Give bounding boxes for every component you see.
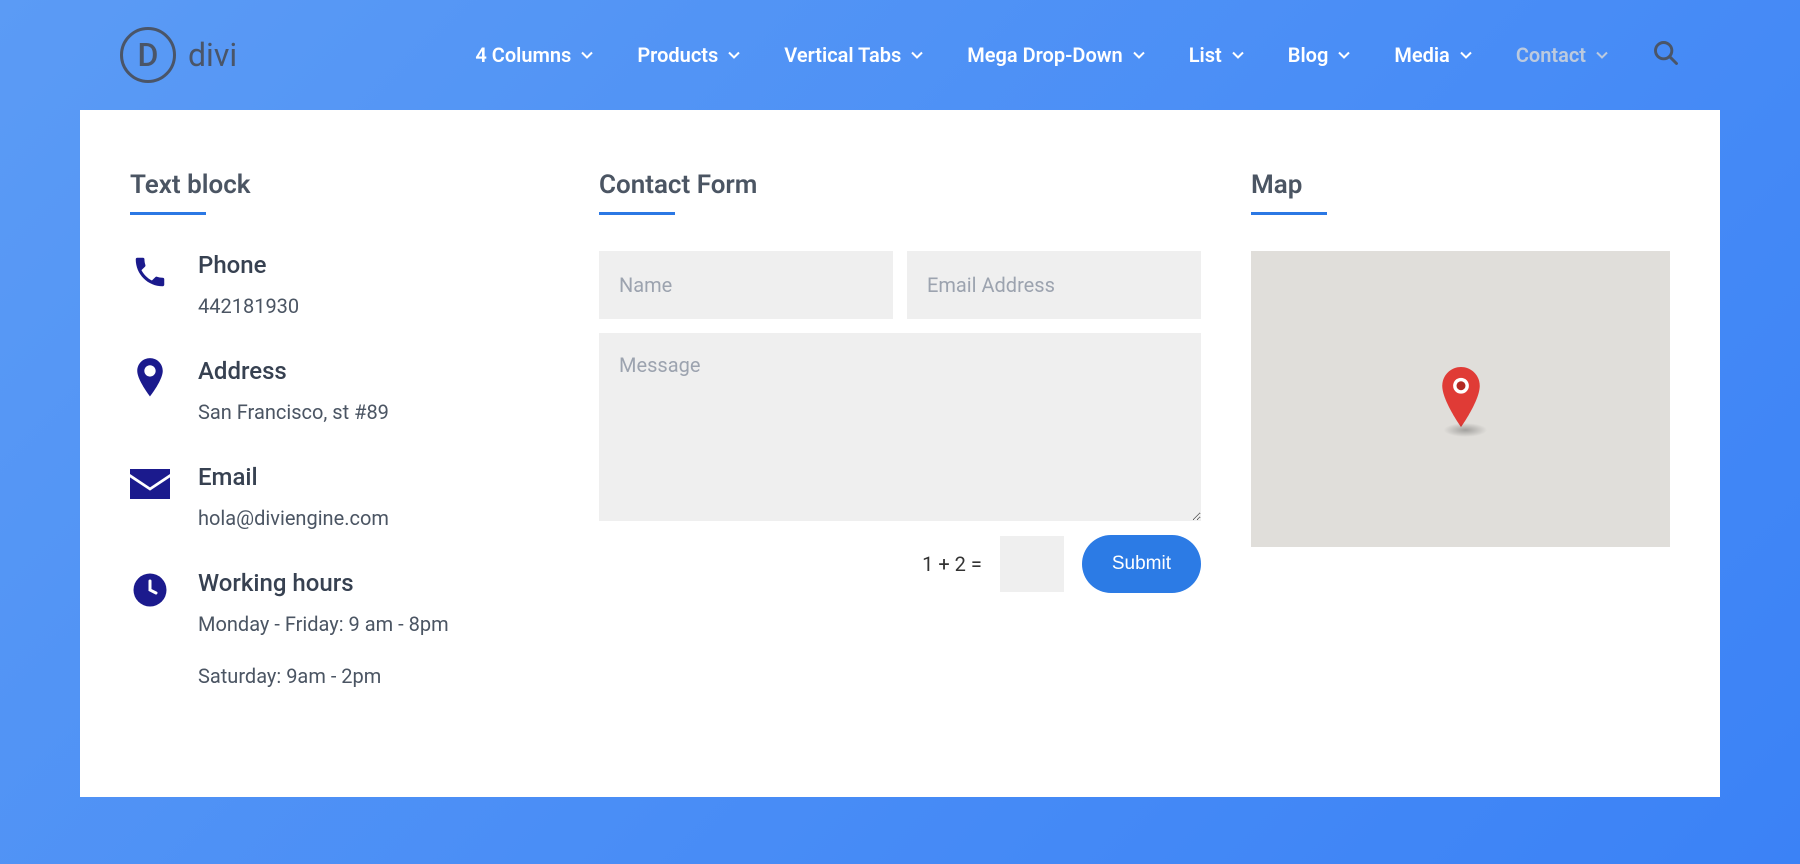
chevron-down-icon: [1460, 49, 1472, 61]
hours-label: Working hours: [198, 569, 449, 597]
chevron-down-icon: [1338, 49, 1350, 61]
email-value: hola@diviengine.com: [198, 503, 389, 533]
phone-label: Phone: [198, 251, 299, 279]
nav-label: Vertical Tabs: [784, 43, 901, 67]
nav-list[interactable]: List: [1189, 43, 1244, 67]
email-icon: [130, 463, 170, 503]
contact-form-section: Contact Form 1 + 2 = Submit: [599, 170, 1201, 727]
nav-label: 4 Columns: [475, 43, 571, 67]
search-icon: [1652, 39, 1680, 67]
section-title-contactform: Contact Form: [599, 170, 1201, 200]
map-section: Map: [1251, 170, 1670, 727]
form-row-1: [599, 251, 1201, 319]
search-button[interactable]: [1652, 39, 1680, 71]
nav-label: Media: [1394, 43, 1449, 67]
nav-label: Contact: [1516, 43, 1586, 67]
submit-button[interactable]: Submit: [1082, 535, 1201, 593]
captcha-label: 1 + 2 =: [922, 552, 982, 576]
info-email: Email hola@diviengine.com: [130, 463, 549, 533]
email-label: Email: [198, 463, 389, 491]
hours-value-1: Monday - Friday: 9 am - 8pm: [198, 609, 449, 639]
nav-label: List: [1189, 43, 1222, 67]
nav-blog[interactable]: Blog: [1288, 43, 1351, 67]
email-input[interactable]: [907, 251, 1201, 319]
phone-value: 442181930: [198, 291, 299, 321]
chevron-down-icon: [1133, 49, 1145, 61]
chevron-down-icon: [581, 49, 593, 61]
content-card: Text block Phone 442181930 Address San F…: [80, 110, 1720, 797]
nav-vertical-tabs[interactable]: Vertical Tabs: [784, 43, 923, 67]
location-icon: [130, 357, 170, 397]
address-value: San Francisco, st #89: [198, 397, 389, 427]
chevron-down-icon: [911, 49, 923, 61]
nav-products[interactable]: Products: [637, 43, 740, 67]
form-footer: 1 + 2 = Submit: [599, 535, 1201, 593]
main-nav: 4 Columns Products Vertical Tabs Mega Dr…: [475, 39, 1680, 71]
nav-label: Blog: [1288, 43, 1329, 67]
logo-text: divi: [188, 36, 237, 74]
name-input[interactable]: [599, 251, 893, 319]
nav-4-columns[interactable]: 4 Columns: [475, 43, 593, 67]
section-title-textblock: Text block: [130, 170, 549, 200]
text-block-section: Text block Phone 442181930 Address San F…: [130, 170, 549, 727]
header: D divi 4 Columns Products Vertical Tabs …: [0, 0, 1800, 110]
message-textarea[interactable]: [599, 333, 1201, 521]
logo-icon: D: [120, 27, 176, 83]
nav-contact[interactable]: Contact: [1516, 43, 1608, 67]
nav-label: Mega Drop-Down: [967, 43, 1123, 67]
clock-icon: [130, 569, 170, 609]
phone-icon: [130, 251, 170, 291]
section-title-map: Map: [1251, 170, 1670, 200]
hours-value-2: Saturday: 9am - 2pm: [198, 661, 449, 691]
chevron-down-icon: [1596, 49, 1608, 61]
nav-media[interactable]: Media: [1394, 43, 1471, 67]
map-pin: [1437, 367, 1485, 431]
info-hours: Working hours Monday - Friday: 9 am - 8p…: [130, 569, 549, 691]
title-underline: [130, 212, 206, 215]
nav-mega-dropdown[interactable]: Mega Drop-Down: [967, 43, 1145, 67]
title-underline: [599, 212, 675, 215]
chevron-down-icon: [1232, 49, 1244, 61]
captcha-input[interactable]: [1000, 536, 1064, 592]
address-label: Address: [198, 357, 389, 385]
nav-label: Products: [637, 43, 718, 67]
logo[interactable]: D divi: [120, 27, 237, 83]
info-address: Address San Francisco, st #89: [130, 357, 549, 427]
info-phone: Phone 442181930: [130, 251, 549, 321]
chevron-down-icon: [728, 49, 740, 61]
title-underline: [1251, 212, 1327, 215]
map[interactable]: [1251, 251, 1670, 547]
